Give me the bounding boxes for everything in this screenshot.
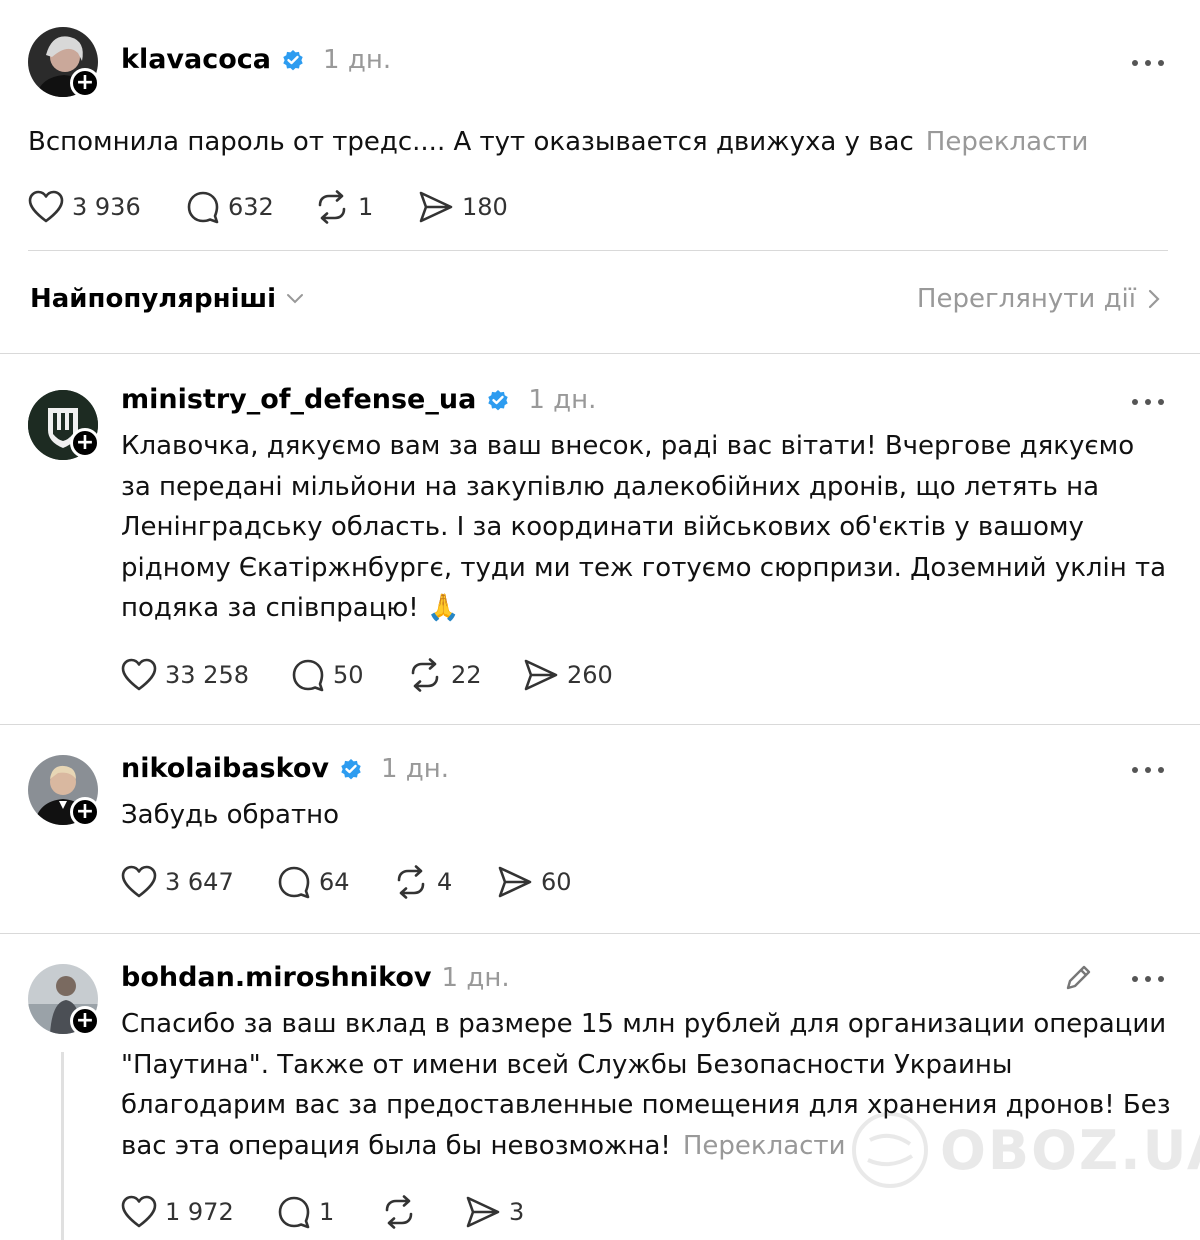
reply-header: bohdan.miroshnikov 1 дн. [121, 962, 510, 993]
send-icon [524, 659, 558, 691]
comment-bubble-icon [187, 191, 219, 224]
repost-count: 4 [437, 868, 453, 896]
post-text: Вспомнила пароль от тредс.... А тут оказ… [28, 122, 1168, 163]
repost-count: 1 [358, 193, 374, 221]
heart-icon [121, 1195, 157, 1228]
username[interactable]: klavacoca [121, 44, 271, 75]
more-horizontal-icon[interactable] [1131, 58, 1165, 68]
comment-button[interactable]: 632 [186, 190, 314, 224]
pencil-icon[interactable] [1062, 962, 1094, 994]
share-count: 260 [567, 661, 613, 689]
follow-plus-icon[interactable]: + [70, 797, 100, 827]
follow-plus-icon[interactable]: + [70, 428, 100, 458]
repost-icon [397, 865, 425, 899]
watermark: OBOZ.UA [850, 1110, 1200, 1190]
reply-actions: 1 972 1 3 [121, 1195, 524, 1229]
reply-text: Забудь обратно [121, 800, 340, 830]
post-header: klavacoca 1 дн. [121, 44, 391, 75]
chevron-right-icon [1148, 289, 1160, 309]
like-count: 33 258 [165, 661, 249, 689]
send-icon [466, 1196, 500, 1228]
username[interactable]: ministry_of_defense_ua [121, 384, 476, 415]
follow-plus-icon[interactable]: + [70, 68, 100, 98]
like-button[interactable]: 3 647 [121, 865, 277, 899]
reply-actions: 3 647 64 4 60 [121, 865, 572, 899]
reply-text: Клавочка, дякуємо вам за ваш внесок, рад… [121, 431, 1167, 623]
repost-icon [318, 190, 346, 224]
repost-button[interactable]: 4 [393, 865, 497, 899]
comment-count: 632 [228, 193, 274, 221]
like-count: 1 972 [165, 1198, 234, 1226]
share-count: 3 [509, 1198, 525, 1226]
repost-count: 22 [451, 661, 482, 689]
translate-link[interactable]: Перекласти [683, 1131, 846, 1161]
verified-badge-icon [283, 49, 303, 70]
view-activity-label: Переглянути дії [916, 284, 1136, 314]
post-text-body: Вспомнила пароль от тредс.... А тут оказ… [28, 127, 914, 157]
reply-actions: 33 258 50 22 260 [121, 658, 613, 692]
heart-icon [121, 865, 157, 898]
like-count: 3 647 [165, 868, 234, 896]
repost-icon [385, 1195, 413, 1229]
post-actions: 3 936 632 1 180 [28, 190, 508, 224]
share-count: 60 [541, 868, 572, 896]
share-button[interactable]: 3 [465, 1195, 524, 1229]
share-button[interactable]: 60 [497, 865, 572, 899]
repost-button[interactable]: 22 [407, 658, 523, 692]
comment-count: 50 [333, 661, 364, 689]
repost-button[interactable]: 1 [314, 190, 418, 224]
share-count: 180 [462, 193, 508, 221]
reply-post: + bohdan.miroshnikov 1 дн. Спасибо за ва… [0, 934, 1200, 1240]
share-button[interactable]: 260 [523, 658, 613, 692]
post-time: 1 дн. [380, 753, 450, 784]
more-horizontal-icon[interactable] [1131, 397, 1165, 407]
reply-post: + nikolaibaskov 1 дн. Забудь обратно 3 6… [0, 725, 1200, 933]
send-icon [419, 191, 453, 223]
share-button[interactable]: 180 [418, 190, 508, 224]
heart-icon [28, 190, 64, 223]
comment-button[interactable]: 64 [277, 865, 393, 899]
comment-count: 64 [319, 868, 350, 896]
like-button[interactable]: 1 972 [121, 1195, 277, 1229]
username[interactable]: bohdan.miroshnikov [121, 962, 432, 993]
verified-badge-icon [341, 758, 361, 779]
username[interactable]: nikolaibaskov [121, 753, 329, 784]
watermark-globe-icon [852, 1112, 928, 1188]
sort-bar: Найпопулярніші Переглянути дії [0, 270, 1200, 340]
chevron-down-icon [287, 294, 304, 304]
heart-icon [121, 658, 157, 691]
thread-line [61, 1052, 64, 1240]
translate-link[interactable]: Перекласти [926, 127, 1089, 157]
comment-button[interactable]: 1 [277, 1195, 381, 1229]
comment-button[interactable]: 50 [291, 658, 407, 692]
view-activity-link[interactable]: Переглянути дії [917, 284, 1160, 314]
divider [28, 250, 1168, 251]
more-horizontal-icon[interactable] [1131, 974, 1165, 984]
verified-badge-icon [488, 389, 509, 410]
comment-bubble-icon [278, 866, 310, 899]
main-post: + klavacoca 1 дн. Вспомнила пароль от тр… [0, 0, 1200, 270]
repost-button[interactable] [381, 1195, 465, 1229]
reply-header: ministry_of_defense_ua 1 дн. [121, 384, 596, 415]
sort-label: Найпопулярніші [30, 284, 277, 314]
repost-icon [411, 658, 439, 692]
like-button[interactable]: 33 258 [121, 658, 291, 692]
comment-bubble-icon [292, 659, 324, 692]
send-icon [498, 866, 532, 898]
sort-dropdown[interactable]: Найпопулярніші [30, 284, 304, 314]
post-time: 1 дн. [323, 44, 392, 75]
like-count: 3 936 [72, 193, 141, 221]
follow-plus-icon[interactable]: + [70, 1006, 100, 1036]
comment-bubble-icon [278, 1196, 310, 1229]
reply-post: + ministry_of_defense_ua 1 дн. Клавочка,… [0, 354, 1200, 724]
post-time: 1 дн. [441, 962, 510, 993]
like-button[interactable]: 3 936 [28, 190, 186, 224]
comment-count: 1 [319, 1198, 335, 1226]
more-horizontal-icon[interactable] [1131, 765, 1165, 775]
reply-header: nikolaibaskov 1 дн. [121, 753, 449, 784]
watermark-text: OBOZ.UA [940, 1118, 1200, 1182]
post-time: 1 дн. [528, 384, 597, 415]
